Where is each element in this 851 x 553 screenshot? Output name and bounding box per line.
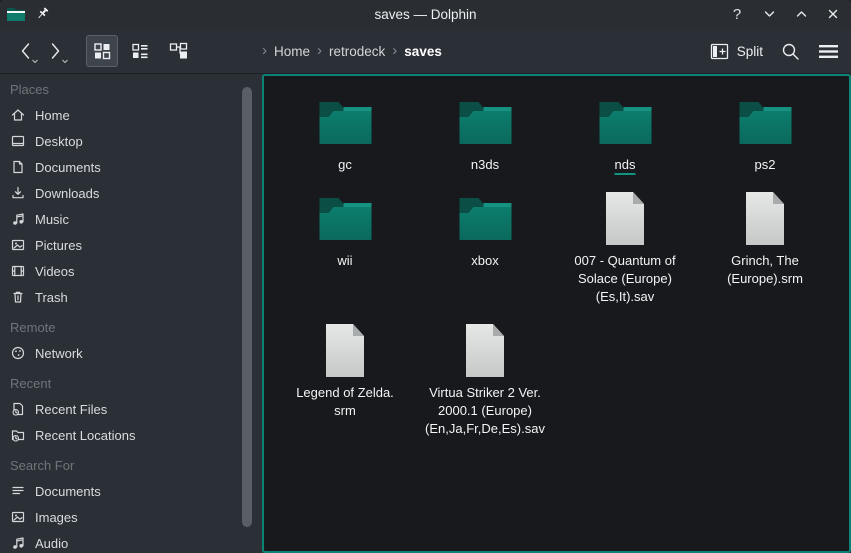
recent-locations-icon bbox=[10, 427, 26, 443]
icons-view-icon bbox=[93, 42, 111, 60]
close-button[interactable] bbox=[825, 5, 841, 23]
search-icon[interactable] bbox=[781, 42, 800, 61]
folder-icon bbox=[597, 98, 654, 146]
app-folder-icon bbox=[6, 6, 26, 22]
details-view-button[interactable] bbox=[124, 35, 156, 67]
split-label: Split bbox=[737, 44, 763, 59]
sidebar-item-recent-files[interactable]: Recent Files bbox=[0, 396, 262, 422]
text-lines-icon bbox=[10, 483, 26, 499]
icons-view-button[interactable] bbox=[86, 35, 118, 67]
section-remote: Remote bbox=[0, 314, 262, 340]
download-icon bbox=[10, 185, 26, 201]
folder-icon bbox=[457, 194, 514, 242]
recent-files-icon bbox=[10, 401, 26, 417]
minimize-button[interactable] bbox=[761, 5, 777, 23]
image-icon bbox=[10, 509, 26, 525]
dolphin-window: saves — Dolphin ? bbox=[0, 0, 851, 553]
section-search-for: Search For bbox=[0, 452, 262, 478]
folder-icon bbox=[317, 98, 374, 146]
sidebar-item-music[interactable]: Music bbox=[0, 206, 262, 232]
sidebar-item-videos[interactable]: Videos bbox=[0, 258, 262, 284]
file-item-virtua-striker-2[interactable]: Virtua Striker 2 Ver. 2000.1 (Europe) (E… bbox=[415, 320, 555, 438]
file-icon bbox=[463, 322, 507, 379]
network-icon bbox=[10, 345, 26, 361]
forward-history-caret-icon[interactable] bbox=[61, 59, 69, 64]
sidebar-item-downloads[interactable]: Downloads bbox=[0, 180, 262, 206]
section-places: Places bbox=[0, 76, 262, 102]
desktop-icon bbox=[10, 133, 26, 149]
help-button[interactable]: ? bbox=[729, 5, 745, 23]
sidebar-item-documents[interactable]: Documents bbox=[0, 154, 262, 180]
sidebar-item-search-documents[interactable]: Documents bbox=[0, 478, 262, 504]
sidebar-scrollbar[interactable] bbox=[242, 87, 252, 527]
view-mode-group bbox=[86, 35, 194, 67]
music-note-icon bbox=[10, 535, 26, 551]
sidebar-item-search-audio[interactable]: Audio bbox=[0, 530, 262, 553]
maximize-button[interactable] bbox=[793, 5, 809, 23]
toolbar: › Home › retrodeck › saves Split bbox=[0, 28, 851, 74]
hamburger-menu-icon[interactable] bbox=[818, 44, 839, 59]
sidebar-item-trash[interactable]: Trash bbox=[0, 284, 262, 310]
chevron-right-icon: › bbox=[392, 42, 397, 59]
folder-icon bbox=[317, 194, 374, 242]
section-recent: Recent bbox=[0, 370, 262, 396]
folder-icon bbox=[457, 98, 514, 146]
folder-item-wii[interactable]: wii bbox=[275, 188, 415, 306]
file-icon bbox=[323, 322, 367, 379]
file-item-grinch-the[interactable]: Grinch, The (Europe).srm bbox=[695, 188, 835, 306]
sidebar-item-recent-locations[interactable]: Recent Locations bbox=[0, 422, 262, 448]
music-note-icon bbox=[10, 211, 26, 227]
split-button[interactable]: Split bbox=[710, 43, 763, 60]
folder-item-ps2[interactable]: ps2 bbox=[695, 92, 835, 174]
titlebar: saves — Dolphin ? bbox=[0, 0, 851, 28]
file-icon bbox=[743, 190, 787, 247]
back-button[interactable] bbox=[12, 36, 38, 66]
home-icon bbox=[10, 107, 26, 123]
sidebar-item-search-images[interactable]: Images bbox=[0, 504, 262, 530]
breadcrumb: › Home › retrodeck › saves bbox=[262, 28, 442, 74]
folder-item-n3ds[interactable]: n3ds bbox=[415, 92, 555, 174]
file-item-legend-of-zelda[interactable]: Legend of Zelda. srm bbox=[275, 320, 415, 438]
places-panel: Places Home Desktop Documents bbox=[0, 74, 262, 553]
chevron-right-icon: › bbox=[262, 42, 267, 59]
forward-button[interactable] bbox=[42, 36, 68, 66]
details-view-icon bbox=[131, 42, 149, 60]
breadcrumb-saves[interactable]: saves bbox=[404, 44, 442, 59]
folder-view[interactable]: gc n3ds nds ps2 wii bbox=[262, 74, 851, 553]
file-item-007-quantum-of-solace[interactable]: 007 - Quantum of Solace (Europe) (Es,It)… bbox=[555, 188, 695, 306]
breadcrumb-home[interactable]: Home bbox=[274, 44, 310, 59]
sidebar-item-pictures[interactable]: Pictures bbox=[0, 232, 262, 258]
folder-icon bbox=[737, 98, 794, 146]
chevron-right-icon: › bbox=[317, 42, 322, 59]
trash-icon bbox=[10, 289, 26, 305]
pin-icon[interactable] bbox=[36, 7, 50, 22]
breadcrumb-retrodeck[interactable]: retrodeck bbox=[329, 44, 385, 59]
tree-view-icon bbox=[169, 42, 188, 60]
file-icon bbox=[603, 190, 647, 247]
image-icon bbox=[10, 237, 26, 253]
tree-view-button[interactable] bbox=[162, 35, 194, 67]
sidebar-item-desktop[interactable]: Desktop bbox=[0, 128, 262, 154]
split-view-icon bbox=[710, 43, 729, 60]
folder-item-xbox[interactable]: xbox bbox=[415, 188, 555, 306]
document-icon bbox=[10, 159, 26, 175]
film-icon bbox=[10, 263, 26, 279]
sidebar-item-network[interactable]: Network bbox=[0, 340, 262, 366]
icon-grid: gc n3ds nds ps2 wii bbox=[264, 76, 849, 438]
sidebar-item-home[interactable]: Home bbox=[0, 102, 262, 128]
folder-item-gc[interactable]: gc bbox=[275, 92, 415, 174]
folder-item-nds[interactable]: nds bbox=[555, 92, 695, 174]
back-history-caret-icon[interactable] bbox=[31, 59, 39, 64]
window-title: saves — Dolphin bbox=[0, 7, 851, 22]
